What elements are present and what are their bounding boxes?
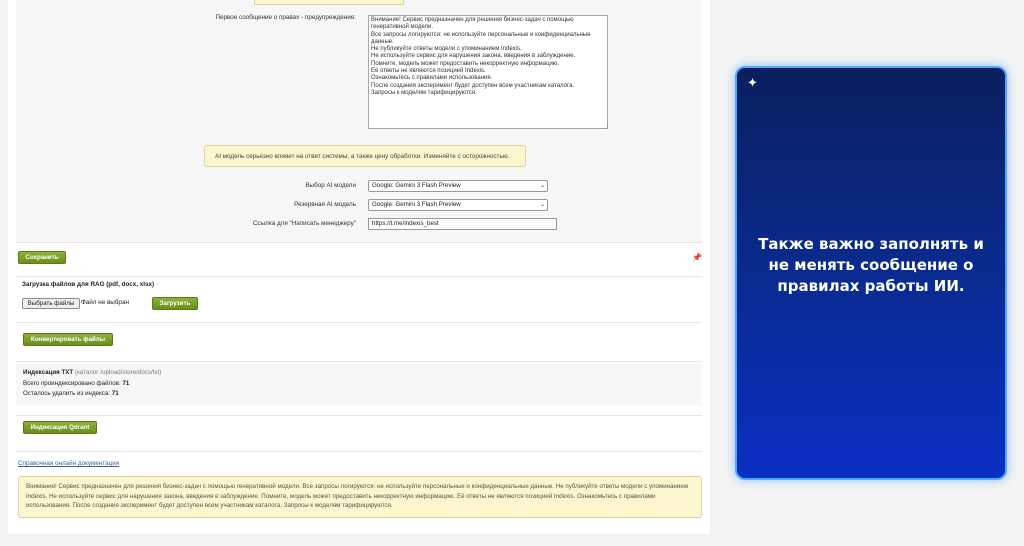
indexing-catalog-note: (каталог /upload/store/docs/txt) bbox=[74, 369, 162, 376]
settings-section: Первое сообщение о правах - предупрежден… bbox=[16, 0, 702, 243]
rag-upload-title: Загрузка файлов для RAG (pdf, docx, xlsx… bbox=[22, 281, 155, 288]
first-message-textarea[interactable]: Внимание! Сервис предназначен для решени… bbox=[368, 15, 608, 129]
divider bbox=[16, 451, 702, 452]
resize-handle-icon[interactable] bbox=[602, 123, 608, 129]
divider bbox=[16, 276, 702, 277]
backup-model-label: Резервная AI модель bbox=[294, 201, 356, 208]
ai-model-select[interactable]: Google: Gemini 3 Flash Preview ⌄ bbox=[368, 180, 548, 192]
save-button[interactable]: Сохранить bbox=[18, 251, 66, 264]
indexed-label: Всего проиндексировано файлов: bbox=[23, 380, 121, 387]
admin-panel: Первое сообщение о правах - предупрежден… bbox=[8, 0, 710, 534]
chevron-down-icon: ⌄ bbox=[539, 202, 545, 208]
indexing-section: Индексация TXT (каталог /upload/store/do… bbox=[16, 364, 702, 406]
top-note-remnant bbox=[254, 0, 404, 5]
backup-model-select[interactable]: Google: Gemini 3 Flash Preview ⌄ bbox=[368, 199, 548, 211]
pin-icon[interactable]: 📌 bbox=[692, 253, 702, 262]
promo-card: ✦ Также важно заполнять и не менять сооб… bbox=[735, 66, 1007, 480]
sparkle-icon: ✦ bbox=[747, 75, 758, 90]
manager-link-label: Ссылка для "Написать менеджеру" bbox=[252, 220, 356, 227]
upload-button[interactable]: Загрузить bbox=[152, 297, 198, 310]
backup-model-value: Google: Gemini 3 Flash Preview bbox=[372, 201, 461, 208]
first-message-label: Первое сообщение о правах - предупрежден… bbox=[215, 14, 356, 21]
indexing-title: Индексация TXT bbox=[23, 369, 74, 376]
documentation-link[interactable]: Справочная онлайн документация bbox=[18, 460, 119, 467]
indexed-count: 71 bbox=[122, 380, 130, 387]
qdrant-index-button[interactable]: Индексация Qdrant bbox=[23, 421, 97, 434]
ai-model-label: Выбор AI модели bbox=[305, 182, 356, 189]
remaining-label: Осталось удалить из индекса: bbox=[23, 390, 111, 397]
chevron-down-icon: ⌄ bbox=[539, 183, 545, 189]
disclaimer-note: Внимание! Сервис предназначен для решени… bbox=[18, 476, 702, 518]
remaining-count: 71 bbox=[111, 390, 119, 397]
ai-warning-note: AI модель серьезно влияет на ответ систе… bbox=[204, 145, 526, 167]
choose-files-button[interactable]: Выбрать файлы bbox=[22, 298, 80, 309]
promo-text: Также важно заполнять и не менять сообще… bbox=[758, 235, 984, 295]
ai-model-value: Google: Gemini 3 Flash Preview bbox=[372, 182, 461, 189]
indexing-heading: Индексация TXT (каталог /upload/store/do… bbox=[23, 369, 161, 376]
manager-link-input[interactable]: https://t.me/indexis_best bbox=[368, 218, 557, 230]
convert-files-button[interactable]: Конвертировать файлы bbox=[23, 333, 113, 346]
remaining-count-row: Осталось удалить из индекса: 71 bbox=[23, 390, 119, 397]
divider bbox=[16, 415, 702, 416]
divider bbox=[16, 322, 702, 323]
no-file-text: Файл не выбран bbox=[81, 299, 129, 306]
indexed-count-row: Всего проиндексировано файлов: 71 bbox=[23, 380, 129, 387]
divider bbox=[16, 361, 702, 362]
